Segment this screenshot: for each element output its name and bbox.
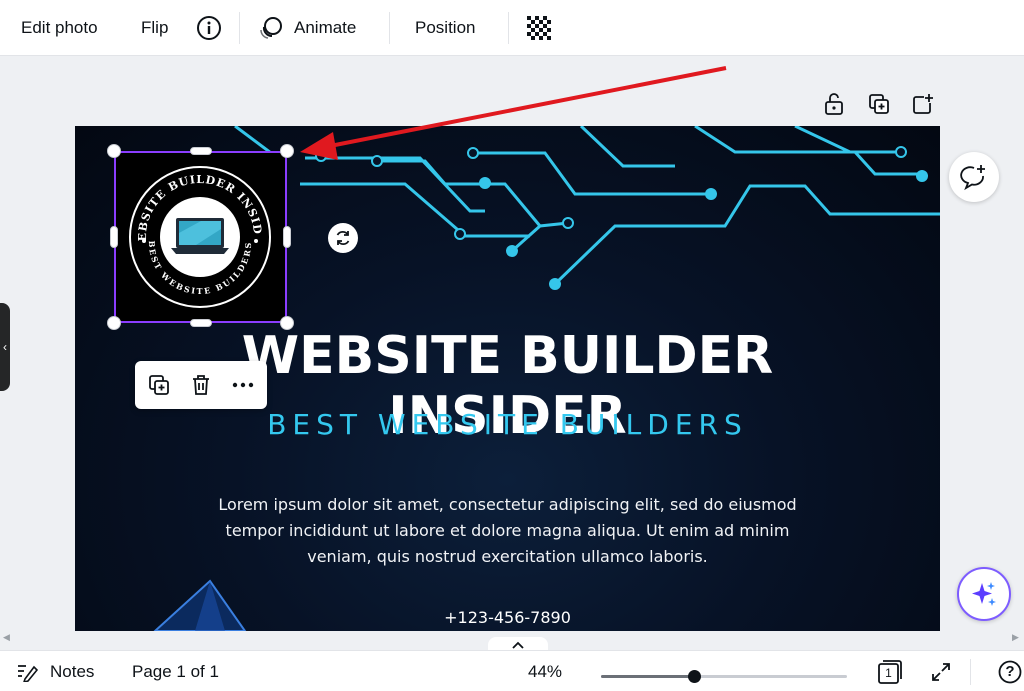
page-grid-button[interactable]: 1 [876,651,904,691]
animate-icon [258,15,284,41]
pages-icon: 1 [876,659,904,685]
edit-photo-button[interactable]: Edit photo [21,0,98,56]
resize-handle-top[interactable] [190,147,212,155]
animate-button[interactable]: Animate [258,0,356,56]
duplicate-page-icon[interactable] [867,92,891,116]
trash-icon[interactable] [189,373,213,397]
info-icon[interactable] [196,0,222,56]
transparency-icon[interactable] [526,0,552,56]
zoom-level[interactable]: 44% [528,651,562,691]
resize-handle-left[interactable] [110,226,118,248]
logo-badge: WEBSITE BUILDER INSIDER BEST WEBSITE BUI… [116,153,271,308]
resize-handle-bottom-right[interactable] [280,316,294,330]
expand-icon [930,661,952,683]
notes-label: Notes [50,661,95,681]
bottom-bar: Notes Page 1 of 1 44% 1 ? [0,650,1024,691]
resize-handle-top-left[interactable] [107,144,121,158]
help-icon: ? [998,660,1022,684]
zoom-slider[interactable] [601,670,847,683]
design-subheading[interactable]: BEST WEBSITE BUILDERS [135,408,880,441]
bottom-divider [970,659,971,685]
more-options-icon[interactable] [231,373,255,397]
toolbar-divider [389,12,390,44]
duplicate-icon[interactable] [147,373,171,397]
lock-icon[interactable] [823,92,847,116]
flip-button[interactable]: Flip [141,0,168,56]
help-button[interactable]: ? [998,651,1022,691]
page-count-badge: 1 [885,665,892,680]
resize-handle-top-right[interactable] [280,144,294,158]
resize-handle-bottom[interactable] [190,319,212,327]
page-indicator[interactable]: Page 1 of 1 [132,651,219,691]
toolbar-divider [239,12,240,44]
scroll-left-icon[interactable]: ◀ [3,632,10,643]
add-comment-button[interactable] [949,152,999,202]
rotate-icon [333,228,353,248]
side-panel-toggle[interactable]: ‹ [0,303,10,391]
add-comment-icon [960,163,988,191]
zoom-slider-fill [601,675,695,678]
scroll-right-icon[interactable]: ▶ [1012,632,1019,643]
add-page-icon[interactable] [911,92,935,116]
design-phone[interactable]: +123-456-7890 [375,608,640,627]
magic-sparkle-icon [969,579,999,609]
chevron-up-icon [512,641,524,649]
selected-logo-element[interactable]: WEBSITE BUILDER INSIDER BEST WEBSITE BUI… [114,151,287,323]
top-toolbar: Edit photo Flip Animate Position [0,0,1024,56]
position-button[interactable]: Position [415,0,475,56]
resize-handle-right[interactable] [283,226,291,248]
animate-label: Animate [294,18,357,37]
help-label: ? [1005,662,1015,680]
element-context-toolbar [135,361,267,409]
notes-icon [16,662,38,682]
fullscreen-button[interactable] [930,651,952,691]
resize-handle-bottom-left[interactable] [107,316,121,330]
magic-assistant-button[interactable] [957,567,1011,621]
rotate-handle[interactable] [328,223,358,253]
design-body-text[interactable]: Lorem ipsum dolor sit amet, consectetur … [215,492,800,570]
notes-button[interactable]: Notes [16,651,94,691]
toolbar-divider [508,12,509,44]
